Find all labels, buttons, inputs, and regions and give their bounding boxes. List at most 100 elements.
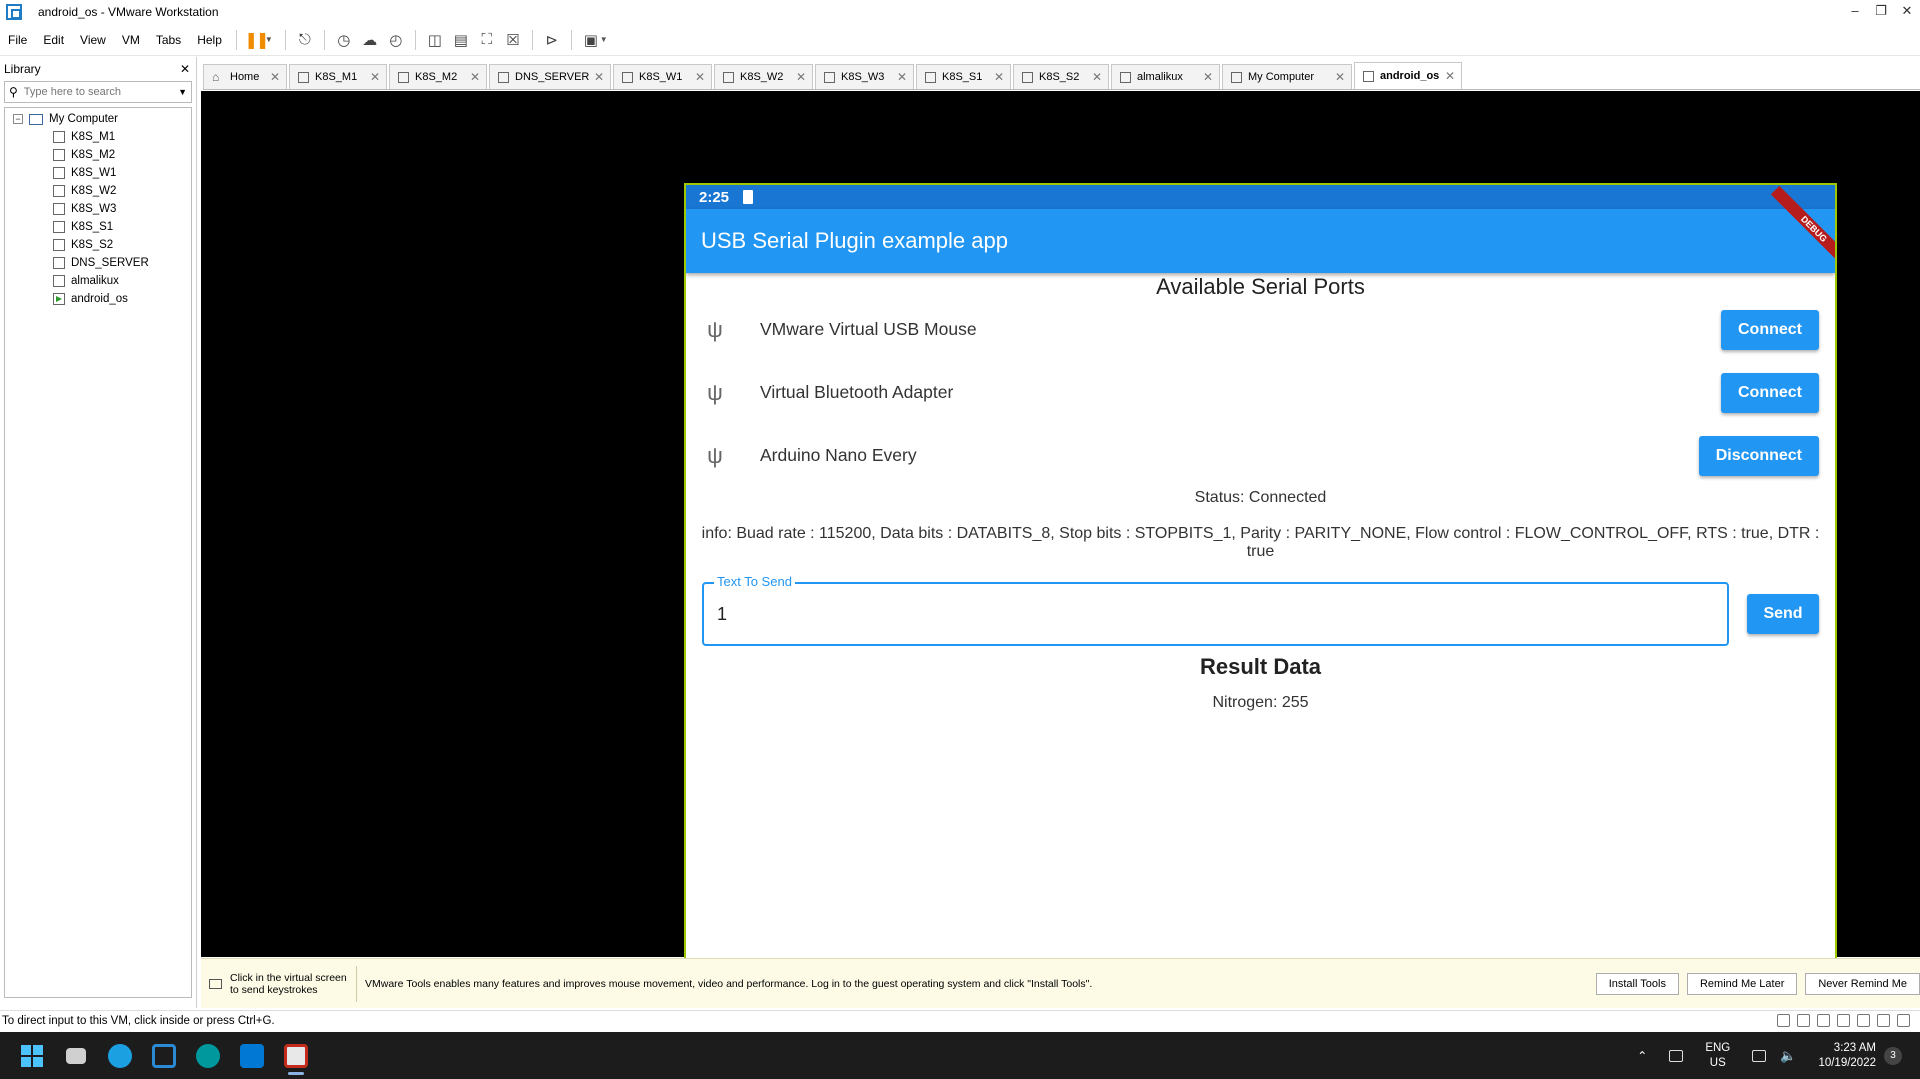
vscode-button[interactable] xyxy=(232,1036,272,1076)
send-button[interactable]: Send xyxy=(1747,594,1819,634)
android-screen[interactable]: 2:25 USB Serial Plugin example app DEBUG… xyxy=(684,183,1837,994)
port-row: ψ Virtual Bluetooth Adapter Connect xyxy=(686,361,1835,424)
display-icon[interactable] xyxy=(1897,1014,1910,1027)
close-icon[interactable]: ✕ xyxy=(594,70,604,84)
connect-button[interactable]: Connect xyxy=(1721,309,1819,350)
tab-k8s-m2[interactable]: K8S_M2 ✕ xyxy=(389,64,487,89)
toolbar-separator xyxy=(323,29,325,50)
tab-k8s-s2[interactable]: K8S_S2 ✕ xyxy=(1013,64,1109,89)
taskbar-clock[interactable]: 3:23 AM 10/19/2022 xyxy=(1818,1041,1876,1071)
tab-almalikux[interactable]: almalikux ✕ xyxy=(1111,64,1220,89)
chevron-down-icon[interactable]: ▼ xyxy=(265,35,273,44)
defender-icon[interactable] xyxy=(1669,1049,1684,1062)
tree-item-vm[interactable]: K8S_M2 xyxy=(5,146,191,164)
tab-k8s-s1[interactable]: K8S_S1 ✕ xyxy=(916,64,1011,89)
tab-android-os[interactable]: android_os ✕ xyxy=(1354,62,1462,89)
toolbar-separator xyxy=(414,29,416,50)
close-icon[interactable]: ✕ xyxy=(1894,0,1920,24)
close-icon[interactable]: ✕ xyxy=(695,70,705,84)
tree-item-vm-running[interactable]: android_os xyxy=(5,290,191,308)
revert-snapshot-icon[interactable]: ☁ xyxy=(357,28,383,52)
network-icon[interactable] xyxy=(1752,1049,1767,1062)
disconnect-button[interactable]: Disconnect xyxy=(1698,435,1819,476)
never-remind-button[interactable]: Never Remind Me xyxy=(1805,972,1920,995)
tree-item-label: android_os xyxy=(71,293,128,305)
tree-item-vm[interactable]: DNS_SERVER xyxy=(5,254,191,272)
full-screen-icon[interactable]: ⛶ xyxy=(474,28,500,52)
network-adapter-icon[interactable] xyxy=(1817,1014,1830,1027)
chevron-up-icon[interactable]: ⌃ xyxy=(1637,1049,1647,1063)
close-icon[interactable]: ✕ xyxy=(1203,70,1213,84)
remind-later-button[interactable]: Remind Me Later xyxy=(1686,972,1798,995)
tab-home[interactable]: ⌂ Home ✕ xyxy=(203,64,287,89)
library-search-input[interactable] xyxy=(23,86,179,98)
start-button[interactable] xyxy=(12,1036,52,1076)
usb-device-icon[interactable] xyxy=(1837,1014,1850,1027)
tree-item-vm[interactable]: K8S_W1 xyxy=(5,164,191,182)
volume-icon[interactable]: 🔈 xyxy=(1780,1048,1796,1064)
tree-item-vm[interactable]: K8S_M1 xyxy=(5,128,191,146)
menu-edit[interactable]: Edit xyxy=(35,33,72,47)
send-ctrl-alt-del-icon[interactable]: ⎋ xyxy=(292,28,318,52)
console-icon[interactable]: ⊳ xyxy=(539,28,565,52)
vmware-taskbar-button[interactable] xyxy=(144,1036,184,1076)
library-search: ⚲ ▼ xyxy=(4,81,192,103)
menu-vm[interactable]: VM xyxy=(114,33,148,47)
menu-file[interactable]: File xyxy=(0,33,35,47)
vm-console[interactable]: 2:25 USB Serial Plugin example app DEBUG… xyxy=(201,91,1920,1029)
usb-icon: ψ xyxy=(707,379,723,405)
snapshot-icon[interactable]: ◷ xyxy=(331,28,357,52)
cd-dvd-icon[interactable] xyxy=(1797,1014,1810,1027)
tree-item-vm[interactable]: K8S_W2 xyxy=(5,182,191,200)
menu-view[interactable]: View xyxy=(72,33,114,47)
library-view-icon[interactable]: ◫ xyxy=(422,28,448,52)
close-icon[interactable]: ✕ xyxy=(470,70,480,84)
maximize-icon[interactable]: ❐ xyxy=(1868,0,1894,24)
tree-item-vm[interactable]: K8S_S2 xyxy=(5,236,191,254)
tree-item-my-computer[interactable]: − My Computer xyxy=(5,110,191,128)
input-language[interactable]: ENG US xyxy=(1705,1041,1730,1071)
menu-tabs[interactable]: Tabs xyxy=(148,33,189,47)
tree-item-vm[interactable]: K8S_S1 xyxy=(5,218,191,236)
minimize-icon[interactable]: – xyxy=(1842,0,1868,24)
tab-k8s-m1[interactable]: K8S_M1 ✕ xyxy=(289,64,387,89)
close-icon[interactable]: ✕ xyxy=(897,70,907,84)
tree-item-vm[interactable]: almalikux xyxy=(5,272,191,290)
collapse-icon[interactable]: − xyxy=(13,114,23,124)
close-icon[interactable]: ✕ xyxy=(370,70,380,84)
connect-button[interactable]: Connect xyxy=(1721,372,1819,413)
close-icon[interactable]: ✕ xyxy=(1092,70,1102,84)
chevron-down-icon[interactable]: ▼ xyxy=(178,87,187,97)
hard-disk-icon[interactable] xyxy=(1777,1014,1790,1027)
close-icon[interactable]: ✕ xyxy=(1445,69,1455,83)
task-view-button[interactable] xyxy=(56,1036,96,1076)
close-icon[interactable]: ✕ xyxy=(270,70,280,84)
vm-icon xyxy=(622,71,633,83)
notification-badge[interactable]: 3 xyxy=(1884,1046,1902,1065)
snapshot-manager-icon[interactable]: ◴ xyxy=(383,28,409,52)
close-icon[interactable]: ✕ xyxy=(180,62,190,76)
thumbnail-bar-icon[interactable]: ▤ xyxy=(448,28,474,52)
tab-k8s-w2[interactable]: K8S_W2 ✕ xyxy=(714,64,813,89)
arduino-button[interactable] xyxy=(188,1036,228,1076)
printer-icon[interactable] xyxy=(1877,1014,1890,1027)
sound-card-icon[interactable] xyxy=(1857,1014,1870,1027)
close-icon[interactable]: ✕ xyxy=(994,70,1004,84)
unity-icon[interactable]: ☒ xyxy=(500,28,526,52)
snipping-tool-button[interactable] xyxy=(276,1036,316,1076)
close-icon[interactable]: ✕ xyxy=(796,70,806,84)
tree-item-vm[interactable]: K8S_W3 xyxy=(5,200,191,218)
tab-k8s-w1[interactable]: K8S_W1 ✕ xyxy=(613,64,712,89)
tab-my-computer[interactable]: My Computer ✕ xyxy=(1222,64,1352,89)
text-to-send-field[interactable]: Text To Send 1 xyxy=(702,574,1729,646)
chevron-down-icon[interactable]: ▼ xyxy=(600,35,608,44)
menu-help[interactable]: Help xyxy=(189,33,230,47)
task-view-icon xyxy=(66,1047,86,1064)
edge-button[interactable] xyxy=(100,1036,140,1076)
device-icons xyxy=(1777,1014,1910,1027)
tab-k8s-w3[interactable]: K8S_W3 ✕ xyxy=(815,64,914,89)
tab-dns-server[interactable]: DNS_SERVER ✕ xyxy=(489,64,611,89)
install-tools-button[interactable]: Install Tools xyxy=(1595,972,1679,995)
tree-item-label: K8S_M1 xyxy=(71,131,116,143)
close-icon[interactable]: ✕ xyxy=(1335,70,1345,84)
